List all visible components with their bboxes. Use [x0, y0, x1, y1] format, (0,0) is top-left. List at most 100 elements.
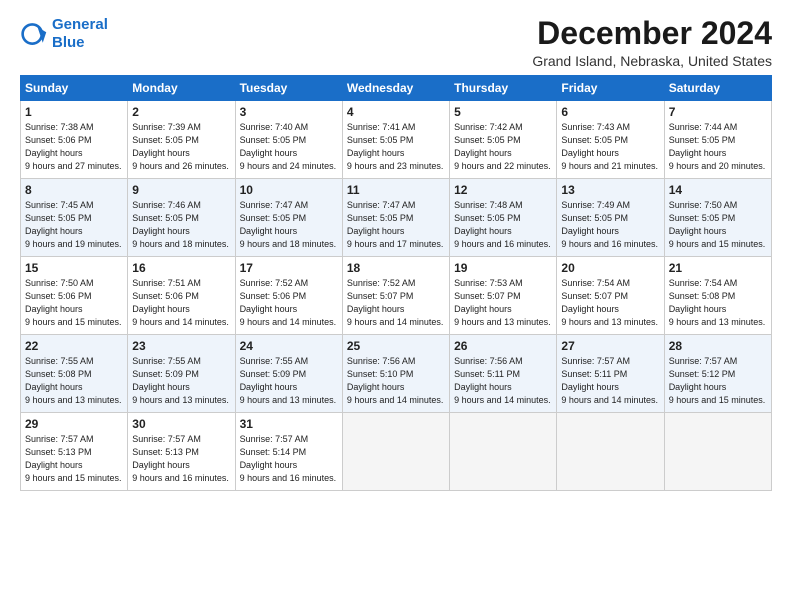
calendar-week-row: 1Sunrise: 7:38 AMSunset: 5:06 PMDaylight…	[21, 101, 772, 179]
calendar-cell: 3Sunrise: 7:40 AMSunset: 5:05 PMDaylight…	[235, 101, 342, 179]
calendar-cell: 26 Sunrise: 7:56 AMSunset: 5:11 PMDayligh…	[450, 335, 557, 413]
day-info: Sunrise: 7:57 AMSunset: 5:13 PMDaylight …	[25, 433, 123, 485]
day-info: Sunrise: 7:57 AMSunset: 5:12 PMDaylight …	[669, 355, 767, 407]
day-info: Sunrise: 7:56 AMSunset: 5:10 PMDaylight …	[347, 355, 445, 407]
day-number: 7	[669, 105, 767, 119]
day-info: Sunrise: 7:50 AMSunset: 5:06 PMDaylight …	[25, 277, 123, 329]
day-number: 31	[240, 417, 338, 431]
day-number: 2	[132, 105, 230, 119]
calendar-cell: 14 Sunrise: 7:50 AMSunset: 5:05 PMDayligh…	[664, 179, 771, 257]
day-number: 21	[669, 261, 767, 275]
day-info: Sunrise: 7:43 AMSunset: 5:05 PMDaylight …	[561, 121, 659, 173]
calendar-cell: 17Sunrise: 7:52 AMSunset: 5:06 PMDayligh…	[235, 257, 342, 335]
location: Grand Island, Nebraska, United States	[532, 53, 772, 69]
calendar-cell: 6 Sunrise: 7:43 AMSunset: 5:05 PMDaylight…	[557, 101, 664, 179]
day-info: Sunrise: 7:47 AMSunset: 5:05 PMDaylight …	[347, 199, 445, 251]
day-info: Sunrise: 7:56 AMSunset: 5:11 PMDaylight …	[454, 355, 552, 407]
day-number: 29	[25, 417, 123, 431]
calendar-cell: 12 Sunrise: 7:48 AMSunset: 5:05 PMDayligh…	[450, 179, 557, 257]
day-number: 27	[561, 339, 659, 353]
calendar-cell: 20 Sunrise: 7:54 AMSunset: 5:07 PMDayligh…	[557, 257, 664, 335]
weekday-header-wednesday: Wednesday	[342, 76, 449, 101]
day-number: 20	[561, 261, 659, 275]
day-number: 4	[347, 105, 445, 119]
calendar-cell: 22 Sunrise: 7:55 AMSunset: 5:08 PMDayligh…	[21, 335, 128, 413]
day-number: 26	[454, 339, 552, 353]
day-info: Sunrise: 7:52 AMSunset: 5:07 PMDaylight …	[347, 277, 445, 329]
day-number: 8	[25, 183, 123, 197]
logo-icon	[20, 20, 48, 48]
day-number: 15	[25, 261, 123, 275]
day-info: Sunrise: 7:48 AMSunset: 5:05 PMDaylight …	[454, 199, 552, 251]
day-info: Sunrise: 7:52 AMSunset: 5:06 PMDaylight …	[240, 277, 338, 329]
day-number: 19	[454, 261, 552, 275]
day-number: 14	[669, 183, 767, 197]
day-number: 13	[561, 183, 659, 197]
day-number: 9	[132, 183, 230, 197]
month-title: December 2024	[532, 16, 772, 51]
calendar-cell: 25Sunrise: 7:56 AMSunset: 5:10 PMDayligh…	[342, 335, 449, 413]
day-info: Sunrise: 7:38 AMSunset: 5:06 PMDaylight …	[25, 121, 123, 173]
logo: General Blue	[20, 16, 108, 52]
day-info: Sunrise: 7:55 AMSunset: 5:08 PMDaylight …	[25, 355, 123, 407]
calendar-week-row: 29 Sunrise: 7:57 AMSunset: 5:13 PMDayligh…	[21, 413, 772, 491]
calendar-table: SundayMondayTuesdayWednesdayThursdayFrid…	[20, 75, 772, 491]
day-info: Sunrise: 7:54 AMSunset: 5:08 PMDaylight …	[669, 277, 767, 329]
day-info: Sunrise: 7:45 AMSunset: 5:05 PMDaylight …	[25, 199, 123, 251]
weekday-header-row: SundayMondayTuesdayWednesdayThursdayFrid…	[21, 76, 772, 101]
day-number: 22	[25, 339, 123, 353]
day-number: 30	[132, 417, 230, 431]
calendar-cell: 2 Sunrise: 7:39 AMSunset: 5:05 PMDaylight…	[128, 101, 235, 179]
calendar-cell: 19 Sunrise: 7:53 AMSunset: 5:07 PMDayligh…	[450, 257, 557, 335]
weekday-header-saturday: Saturday	[664, 76, 771, 101]
calendar-cell: 15 Sunrise: 7:50 AMSunset: 5:06 PMDayligh…	[21, 257, 128, 335]
calendar-cell: 21 Sunrise: 7:54 AMSunset: 5:08 PMDayligh…	[664, 257, 771, 335]
calendar-cell: 1Sunrise: 7:38 AMSunset: 5:06 PMDaylight…	[21, 101, 128, 179]
day-number: 28	[669, 339, 767, 353]
calendar-cell: 28 Sunrise: 7:57 AMSunset: 5:12 PMDayligh…	[664, 335, 771, 413]
day-info: Sunrise: 7:50 AMSunset: 5:05 PMDaylight …	[669, 199, 767, 251]
day-number: 5	[454, 105, 552, 119]
day-info: Sunrise: 7:46 AMSunset: 5:05 PMDaylight …	[132, 199, 230, 251]
day-info: Sunrise: 7:54 AMSunset: 5:07 PMDaylight …	[561, 277, 659, 329]
header: General Blue December 2024 Grand Island,…	[20, 16, 772, 69]
day-number: 6	[561, 105, 659, 119]
day-number: 24	[240, 339, 338, 353]
day-info: Sunrise: 7:39 AMSunset: 5:05 PMDaylight …	[132, 121, 230, 173]
day-number: 23	[132, 339, 230, 353]
day-info: Sunrise: 7:55 AMSunset: 5:09 PMDaylight …	[240, 355, 338, 407]
day-number: 10	[240, 183, 338, 197]
weekday-header-thursday: Thursday	[450, 76, 557, 101]
weekday-header-tuesday: Tuesday	[235, 76, 342, 101]
calendar-cell: 10 Sunrise: 7:47 AMSunset: 5:05 PMDayligh…	[235, 179, 342, 257]
calendar-cell: 16Sunrise: 7:51 AMSunset: 5:06 PMDayligh…	[128, 257, 235, 335]
calendar-cell	[450, 413, 557, 491]
calendar-week-row: 8 Sunrise: 7:45 AMSunset: 5:05 PMDaylight…	[21, 179, 772, 257]
day-number: 12	[454, 183, 552, 197]
calendar-cell: 31Sunrise: 7:57 AMSunset: 5:14 PMDayligh…	[235, 413, 342, 491]
weekday-header-friday: Friday	[557, 76, 664, 101]
calendar-cell: 9 Sunrise: 7:46 AMSunset: 5:05 PMDaylight…	[128, 179, 235, 257]
calendar-cell: 5 Sunrise: 7:42 AMSunset: 5:05 PMDaylight…	[450, 101, 557, 179]
logo-text: General Blue	[52, 16, 108, 52]
day-info: Sunrise: 7:57 AMSunset: 5:13 PMDaylight …	[132, 433, 230, 485]
calendar-cell: 30 Sunrise: 7:57 AMSunset: 5:13 PMDayligh…	[128, 413, 235, 491]
day-info: Sunrise: 7:44 AMSunset: 5:05 PMDaylight …	[669, 121, 767, 173]
day-info: Sunrise: 7:57 AMSunset: 5:11 PMDaylight …	[561, 355, 659, 407]
day-info: Sunrise: 7:41 AMSunset: 5:05 PMDaylight …	[347, 121, 445, 173]
calendar-cell	[664, 413, 771, 491]
day-number: 18	[347, 261, 445, 275]
page-container: General Blue December 2024 Grand Island,…	[0, 0, 792, 501]
calendar-cell	[342, 413, 449, 491]
day-info: Sunrise: 7:42 AMSunset: 5:05 PMDaylight …	[454, 121, 552, 173]
day-info: Sunrise: 7:51 AMSunset: 5:06 PMDaylight …	[132, 277, 230, 329]
calendar-cell: 11Sunrise: 7:47 AMSunset: 5:05 PMDayligh…	[342, 179, 449, 257]
calendar-cell: 27 Sunrise: 7:57 AMSunset: 5:11 PMDayligh…	[557, 335, 664, 413]
title-block: December 2024 Grand Island, Nebraska, Un…	[532, 16, 772, 69]
day-info: Sunrise: 7:53 AMSunset: 5:07 PMDaylight …	[454, 277, 552, 329]
day-info: Sunrise: 7:47 AMSunset: 5:05 PMDaylight …	[240, 199, 338, 251]
calendar-cell	[557, 413, 664, 491]
calendar-cell: 24 Sunrise: 7:55 AMSunset: 5:09 PMDayligh…	[235, 335, 342, 413]
day-number: 3	[240, 105, 338, 119]
weekday-header-sunday: Sunday	[21, 76, 128, 101]
